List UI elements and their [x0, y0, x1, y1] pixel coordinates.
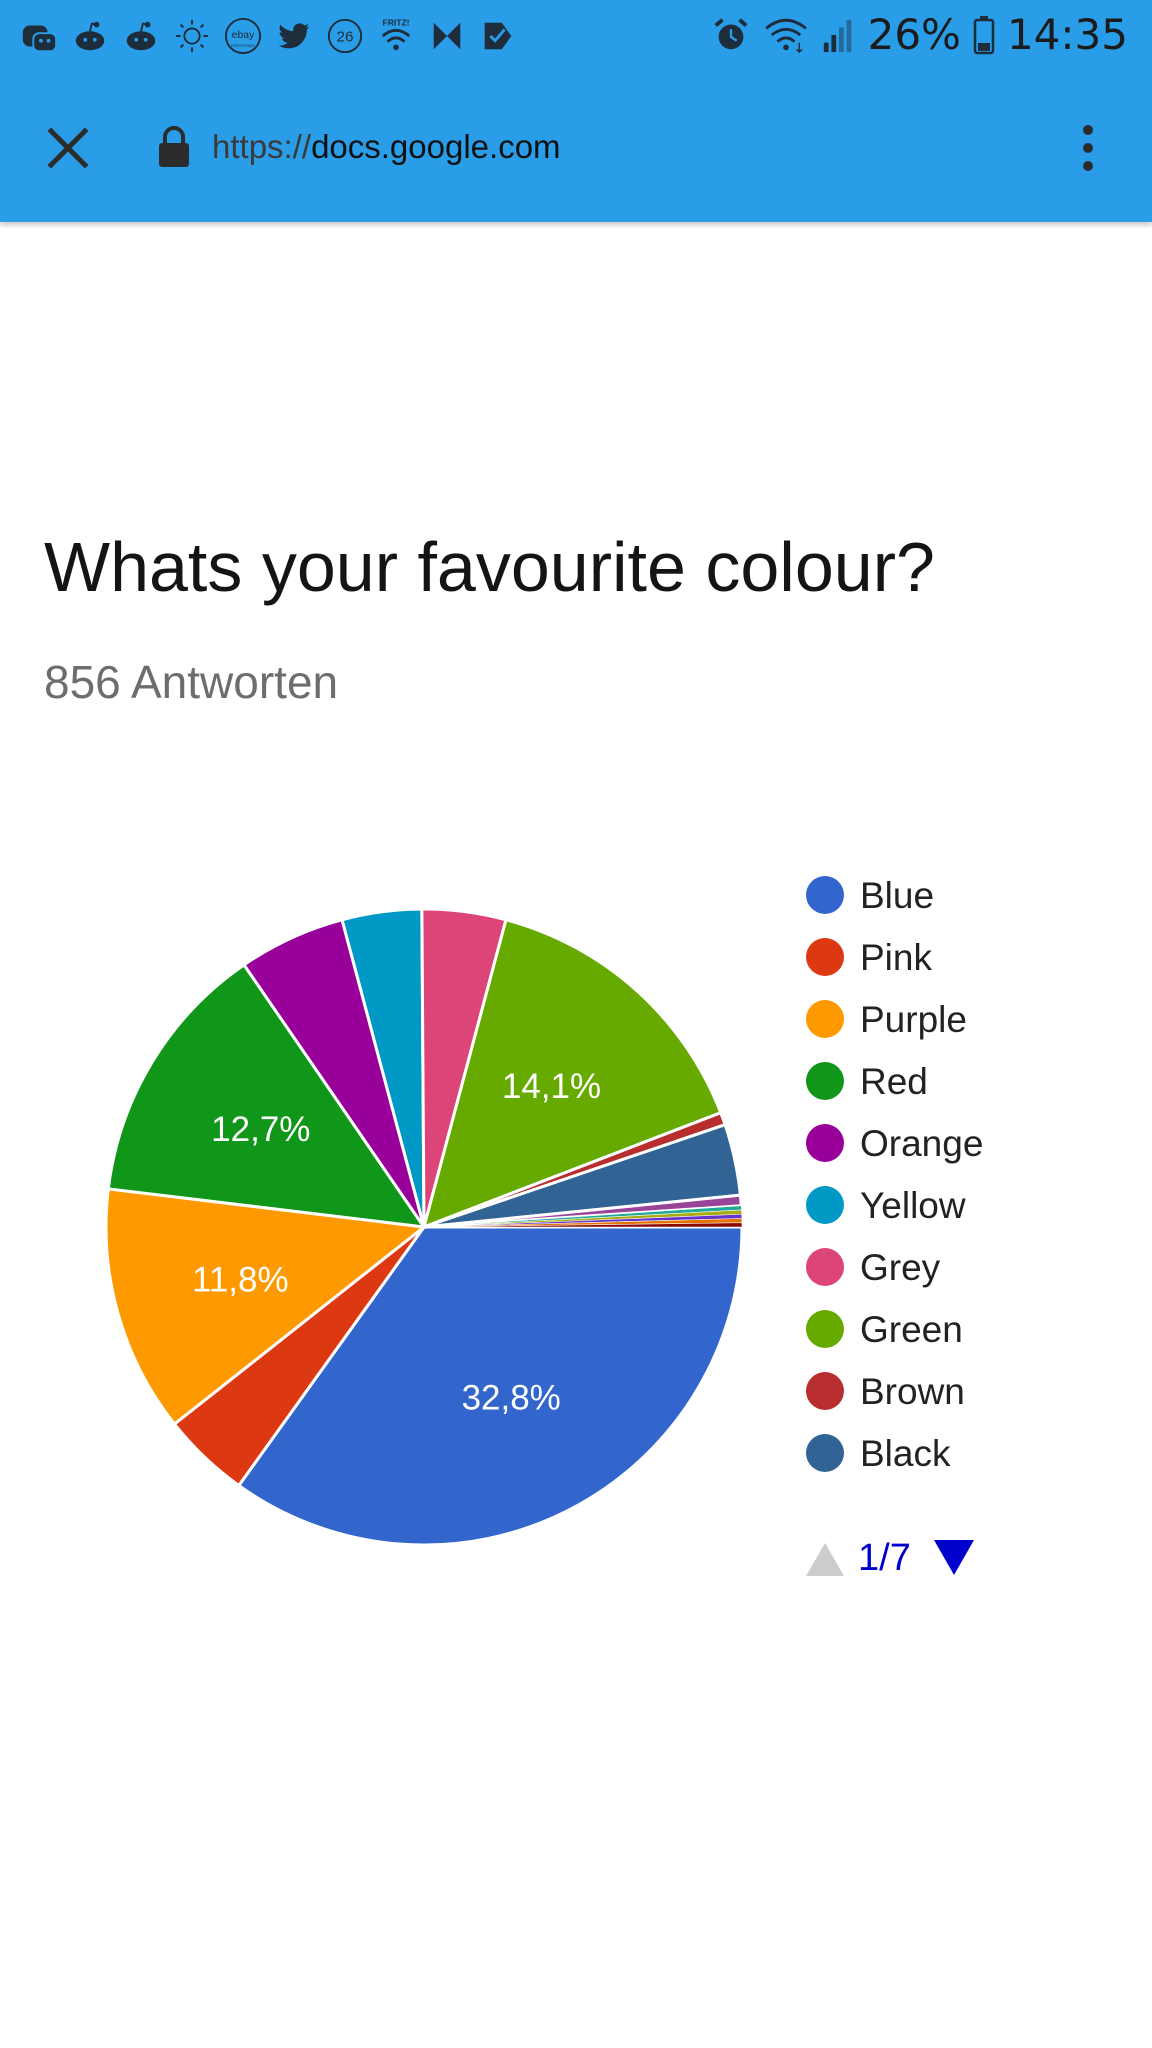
legend-label[interactable]: Pink	[860, 937, 932, 978]
pie-slice-label: 11,8%	[192, 1261, 289, 1300]
legend-swatch	[806, 1372, 844, 1410]
legend-label[interactable]: Blue	[860, 875, 934, 916]
fritz-text: FRITZ!	[382, 18, 409, 28]
pie-slices	[104, 907, 744, 1547]
battery-icon	[973, 16, 995, 55]
legend-pager: 1/7	[806, 1537, 974, 1579]
response-count: 856 Antworten	[44, 656, 339, 708]
url-host: docs.google.com	[311, 128, 561, 165]
dazn-icon	[433, 22, 461, 50]
url-bar[interactable]: https://docs.google.com	[212, 124, 561, 170]
ebay-icon-text: ebay	[232, 30, 255, 41]
overflow-menu-button[interactable]	[1066, 118, 1110, 178]
legend-swatch	[806, 1062, 844, 1100]
legend-label[interactable]: Purple	[860, 999, 967, 1040]
top-bar: ebay Kleinanzeigen 26 FRITZ! 26% 14:35 h…	[0, 0, 1152, 222]
pie-chart: 32,8% 11,8% 12,7% 14,1% Blue Pink Purple Red Or…	[104, 875, 983, 1579]
pie-slice-label: 14,1%	[502, 1067, 601, 1106]
legend-swatch	[806, 1000, 844, 1038]
pie-slice-label: 32,8%	[462, 1379, 561, 1418]
close-button[interactable]	[40, 120, 96, 176]
reddit-icon	[75, 21, 105, 51]
signal-icon	[823, 19, 851, 53]
legend-label[interactable]: Black	[860, 1433, 951, 1474]
legend-swatch	[806, 938, 844, 976]
battery-percent: 26%	[867, 10, 961, 59]
legend-label[interactable]: Brown	[860, 1371, 965, 1412]
legend-label[interactable]: Green	[860, 1309, 963, 1350]
alarm-icon	[714, 18, 748, 50]
more-vert-icon	[1083, 125, 1093, 171]
legend-swatch	[806, 1248, 844, 1286]
ebay-kleinanzeigen-icon: ebay Kleinanzeigen	[224, 17, 262, 55]
legend-swatch	[806, 1434, 844, 1472]
chart-legend: Blue Pink Purple Red Orange Yellow Grey Green Br…	[806, 875, 983, 1474]
twitter-icon	[278, 23, 310, 49]
reddit-icon	[126, 21, 156, 51]
legend-next-page-button[interactable]	[934, 1540, 974, 1575]
weather-icon	[175, 19, 209, 53]
ebay-icon-subtext: Kleinanzeigen	[231, 43, 255, 47]
pie-slice-label: 12,7%	[211, 1110, 310, 1149]
notification-icons: ebay Kleinanzeigen 26 FRITZ!	[20, 14, 517, 58]
legend-prev-page-button[interactable]	[806, 1543, 844, 1576]
fritz-wifi-icon: FRITZ!	[381, 18, 411, 51]
legend-page-indicator: 1/7	[858, 1537, 911, 1579]
legend-swatch	[806, 1310, 844, 1348]
legend-label[interactable]: Orange	[860, 1123, 983, 1164]
wifi-icon	[764, 18, 807, 54]
url-scheme: https://	[212, 128, 312, 165]
badge-26-text: 26	[337, 29, 354, 46]
lock-icon	[159, 126, 189, 167]
todo-check-icon	[484, 22, 512, 50]
system-status: 26% 14:35	[712, 10, 1128, 60]
legend-swatch	[806, 876, 844, 914]
legend-swatch	[806, 1186, 844, 1224]
question-title: Whats your favourite colour?	[44, 528, 935, 606]
legend-swatch	[806, 1124, 844, 1162]
close-icon	[47, 127, 89, 169]
legend-label[interactable]: Red	[860, 1061, 928, 1102]
discord-icon	[22, 25, 58, 53]
badge-26-icon: 26	[327, 18, 363, 54]
clock: 14:35	[1006, 10, 1128, 59]
legend-label[interactable]: Yellow	[860, 1185, 966, 1226]
legend-label[interactable]: Grey	[860, 1247, 941, 1288]
